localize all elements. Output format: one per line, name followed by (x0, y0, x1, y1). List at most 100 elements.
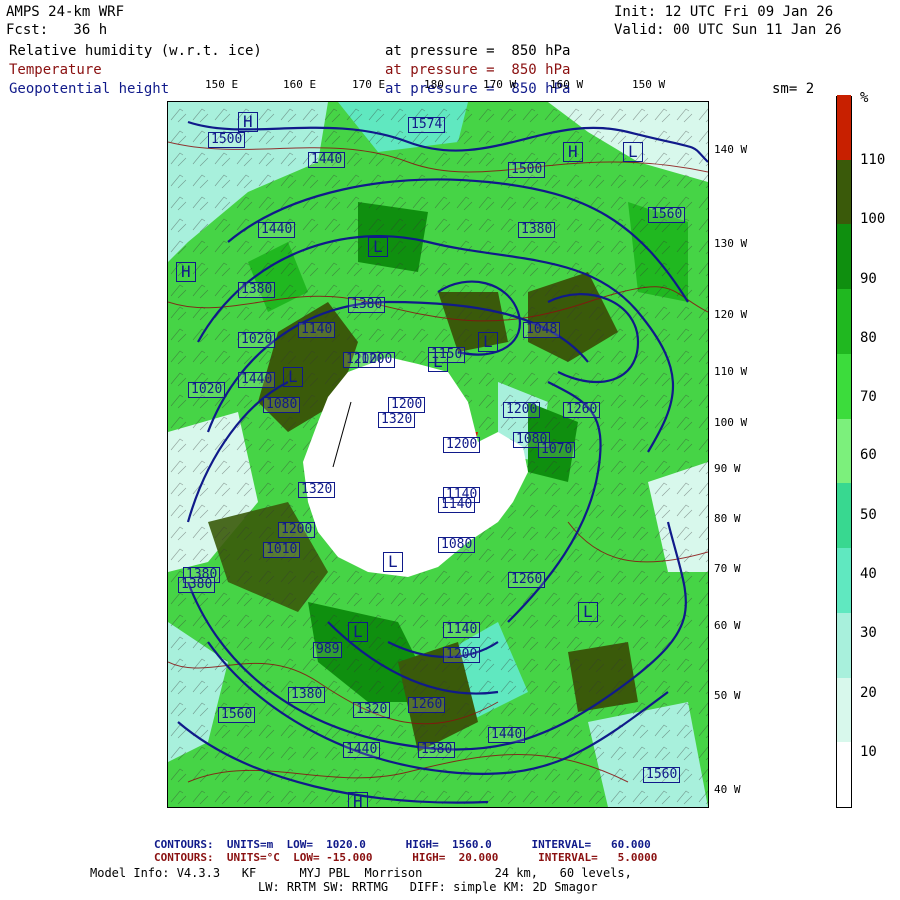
high-pressure-marker: H (238, 112, 258, 132)
height-contour-label: 1380 (348, 297, 386, 313)
colorbar-tick-label: 100 (860, 211, 886, 227)
colorbar-segment (837, 223, 851, 290)
latitude-label: 110 W (714, 365, 748, 378)
colorbar-segment (837, 482, 851, 549)
height-contour-label: 1020 (188, 382, 226, 398)
height-contour-label: 1500 (208, 132, 246, 148)
height-contour-label: 1574 (408, 117, 446, 133)
height-contour-label: 1380 (288, 687, 326, 703)
height-contour-label: 1140 (438, 497, 476, 513)
height-contour-label: 1440 (258, 222, 296, 238)
height-contour-label: 1260 (508, 572, 546, 588)
valid-time: Valid: 00 UTC Sun 11 Jan 26 (614, 22, 842, 38)
height-contour-label: 1080 (438, 537, 476, 553)
rh-field-label: Relative humidity (w.r.t. ice) (9, 43, 262, 59)
longitude-label: 150 W (632, 78, 666, 91)
colorbar-tick-label: 80 (860, 330, 877, 346)
longitude-label: 170 E (352, 78, 386, 91)
height-contour-label: 1560 (218, 707, 256, 723)
geopotential-level-label: at pressure = 850 hPa (385, 81, 571, 97)
latitude-label: 80 W (714, 512, 741, 525)
height-contour-label: 1020 (238, 332, 276, 348)
colorbar-segment (837, 612, 851, 678)
low-pressure-marker: L (283, 367, 303, 387)
footer-height-contours: CONTOURS: UNITS=m LOW= 1020.0 HIGH= 1560… (154, 838, 651, 851)
low-pressure-marker: L (428, 352, 448, 372)
colorbar-tick-label: 110 (860, 152, 886, 168)
height-contour-label: 1010 (263, 542, 301, 558)
height-contour-label: 1140 (298, 322, 336, 338)
latitude-label: 70 W (714, 562, 741, 575)
colorbar-tick-label: 50 (860, 507, 877, 523)
colorbar-tick-label: 30 (860, 625, 877, 641)
temperature-field-label: Temperature (9, 62, 102, 78)
height-contour-label: 1320 (378, 412, 416, 428)
longitude-label: 170 W (483, 78, 517, 91)
longitude-label: 160 W (550, 78, 584, 91)
height-contour-label: 1200 (443, 647, 481, 663)
height-contour-label: 1140 (443, 622, 481, 638)
footer-model-info: Model Info: V4.3.3 KF MYJ PBL Morrison 2… (90, 866, 632, 880)
height-contour-label: 989 (313, 642, 343, 658)
high-pressure-marker: H (176, 262, 196, 282)
height-contour-label: 1500 (508, 162, 546, 178)
high-pressure-marker: H (348, 792, 368, 807)
height-contour-label: 1260 (563, 402, 601, 418)
footer-physics: LW: RRTM SW: RRTMG DIFF: simple KM: 2D S… (258, 880, 598, 894)
latitude-label: 90 W (714, 462, 741, 475)
height-contour-label: 1560 (643, 767, 681, 783)
height-contour-label: 1200 (358, 352, 396, 368)
colorbar-tick-label: 60 (860, 447, 877, 463)
low-pressure-marker: L (578, 602, 598, 622)
height-contour-label: 1440 (343, 742, 381, 758)
height-contour-label: 1440 (488, 727, 526, 743)
smoothing-label: sm= 2 (772, 81, 815, 97)
latitude-label: 120 W (714, 308, 748, 321)
colorbar-tick-label: 40 (860, 566, 877, 582)
colorbar-segment (837, 288, 851, 354)
temperature-level-label: at pressure = 850 hPa (385, 62, 571, 78)
footer-temperature-contours: CONTOURS: UNITS=°C LOW= -15.000 HIGH= 20… (154, 851, 658, 864)
low-pressure-marker: L (383, 552, 403, 572)
longitude-label: 150 E (205, 78, 239, 91)
latitude-label: 40 W (714, 783, 741, 796)
colorbar (836, 94, 852, 808)
high-pressure-marker: H (563, 142, 583, 162)
height-contour-label: 1200 (503, 402, 541, 418)
longitude-label: 160 E (283, 78, 317, 91)
latitude-label: 130 W (714, 237, 748, 250)
height-contour-label: 1200 (388, 397, 426, 413)
init-time: Init: 12 UTC Fri 09 Jan 26 (614, 4, 834, 20)
weather-map: 1500 1440 1500 1380 1440 1560 1380 1320 1440 1380… (167, 101, 709, 808)
height-contour-label: 1070 (538, 442, 576, 458)
latitude-label: 60 W (714, 619, 741, 632)
colorbar-tick-label: 70 (860, 389, 877, 405)
longitude-label: 180 (424, 78, 444, 91)
latitude-label: 140 W (714, 143, 748, 156)
height-contour-label: 1440 (238, 372, 276, 388)
rh-level-label: at pressure = 850 hPa (385, 43, 571, 59)
height-contour-label: 1048 (523, 322, 561, 338)
height-contour-label: 1320 (353, 702, 391, 718)
height-contour-label: 1080 (263, 397, 301, 413)
low-pressure-marker: L (368, 237, 388, 257)
height-contour-label: 1380 (178, 577, 216, 593)
height-contour-label: 1380 (418, 742, 456, 758)
colorbar-tick-label: 90 (860, 271, 877, 287)
height-contour-label: 1440 (308, 152, 346, 168)
height-contour-label: 1560 (648, 207, 686, 223)
latitude-label: 50 W (714, 689, 741, 702)
model-title: AMPS 24-km WRF (6, 4, 125, 20)
colorbar-segment (837, 353, 851, 419)
colorbar-unit: % (860, 90, 869, 106)
height-contour-label: 1380 (518, 222, 556, 238)
colorbar-segment (837, 418, 851, 484)
colorbar-segment (837, 547, 851, 613)
height-contour-label: 1200 (278, 522, 316, 538)
colorbar-segment (837, 741, 851, 807)
height-contour-label: 1380 (238, 282, 276, 298)
colorbar-segment (837, 159, 851, 225)
forecast-hour: Fcst: 36 h (6, 22, 108, 38)
low-pressure-marker: L (478, 332, 498, 352)
colorbar-tick-label: 20 (860, 685, 877, 701)
